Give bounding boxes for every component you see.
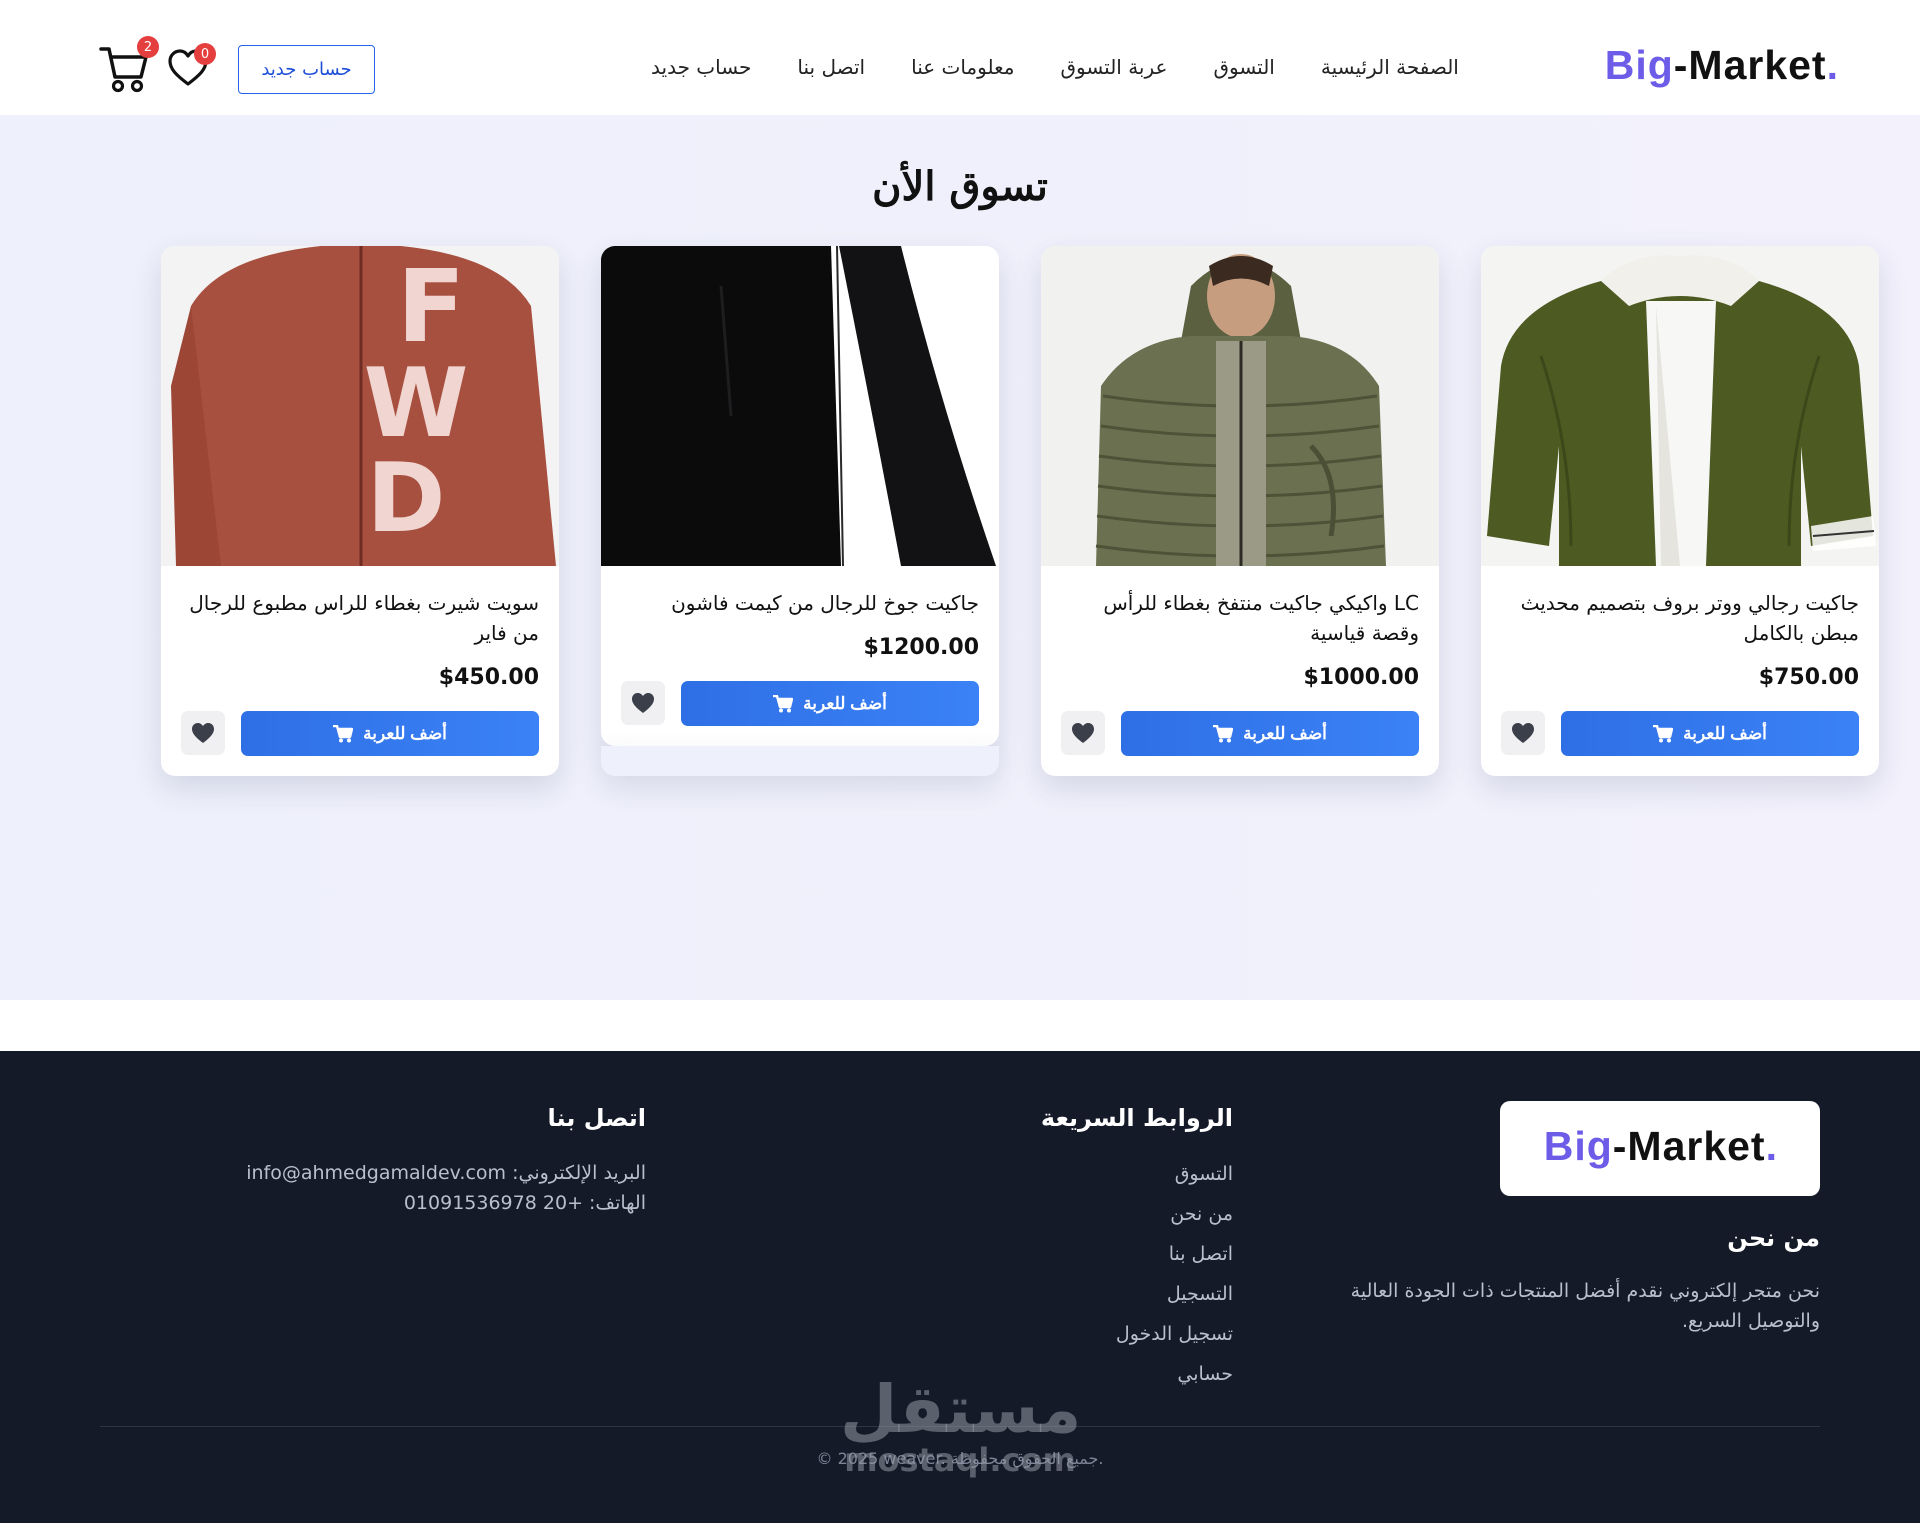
cart-solid-icon — [333, 724, 354, 742]
favorite-button[interactable] — [181, 711, 225, 755]
watermark-latin: mostaql.com — [844, 1441, 1076, 1479]
add-to-cart-button[interactable]: أضف للعربة — [241, 711, 539, 756]
shop-title: تسوق الأن — [872, 163, 1048, 210]
product-card: جاكيت رجالي ووتر بروف بتصميم محديث مبطن … — [1481, 246, 1879, 776]
add-to-cart-label: أضف للعربة — [1683, 723, 1767, 743]
favorite-button[interactable] — [1501, 711, 1545, 755]
svg-text:W: W — [364, 349, 469, 459]
footer-link-account[interactable]: حسابي — [1116, 1354, 1233, 1394]
footer-links: التسوق من نحن اتصل بنا التسجيل تسجيل الد… — [1116, 1154, 1233, 1394]
add-to-cart-label: أضف للعربة — [1243, 723, 1327, 743]
watermark-arabic: مستقل — [840, 1371, 1082, 1448]
product-name[interactable]: جاكيت رجالي ووتر بروف بتصميم محديث مبطن … — [1501, 588, 1859, 648]
navbar: Big-Market. الصفحة الرئيسية التسوق عربة … — [0, 0, 1920, 115]
svg-text:D: D — [367, 444, 446, 554]
cart-solid-icon — [1213, 724, 1234, 742]
product-price: $450.00 — [438, 665, 539, 690]
footer-link-contact[interactable]: اتصل بنا — [1116, 1234, 1233, 1274]
add-to-cart-button[interactable]: أضف للعربة — [1121, 711, 1419, 756]
product-name[interactable]: جاكيت جوخ للرجال من كيمت فاشون — [621, 588, 979, 618]
add-to-cart-button[interactable]: أضف للعربة — [681, 681, 979, 726]
nav-link-cart[interactable]: عربة التسوق — [1060, 55, 1167, 79]
product-price: $1000.00 — [1303, 665, 1419, 690]
footer-about-title: من نحن — [1727, 1224, 1820, 1252]
product-card: جاكيت جوخ للرجال من كيمت فاشون $1200.00 … — [601, 246, 999, 746]
cart-button[interactable]: 2 — [98, 36, 159, 94]
product-image-red-fwd-hoodie[interactable]: F W D — [161, 246, 559, 566]
heart-icon — [192, 723, 214, 743]
nav-link-home[interactable]: الصفحة الرئيسية — [1321, 55, 1459, 79]
product-card: LC واكيكي جاكيت منتفخ بغطاء للرأس وقصة ق… — [1041, 246, 1439, 776]
nav-link-contact[interactable]: اتصل بنا — [797, 55, 865, 79]
wishlist-button[interactable]: 0 — [166, 43, 216, 90]
footer-contact-title: اتصل بنا — [547, 1104, 646, 1132]
signup-button[interactable]: حساب جديد — [238, 45, 375, 94]
cart-solid-icon — [773, 694, 794, 712]
shop-section: تسوق الأن جاكيت رجالي ووتر بروف بتصميم م… — [0, 115, 1920, 1000]
product-image-olive-puffer-jacket[interactable] — [1041, 246, 1439, 566]
product-card: F W D سويت شيرت بغطاء للراس مطبوع للرجال… — [161, 246, 559, 776]
cart-count-badge: 2 — [137, 36, 159, 58]
cart-solid-icon — [1653, 724, 1674, 742]
footer-logo-box: Big-Market. — [1500, 1101, 1820, 1196]
nav-link-about[interactable]: معلومات عنا — [911, 55, 1014, 79]
nav-link-shop[interactable]: التسوق — [1213, 55, 1274, 79]
heart-icon — [632, 693, 654, 713]
add-to-cart-label: أضف للعربة — [363, 723, 447, 743]
footer-link-shop[interactable]: التسوق — [1116, 1154, 1233, 1194]
footer-link-register[interactable]: التسجيل — [1116, 1274, 1233, 1314]
add-to-cart-button[interactable]: أضف للعربة — [1561, 711, 1859, 756]
product-image-black-wool-coat[interactable] — [601, 246, 999, 566]
footer-links-title: الروابط السريعة — [1040, 1104, 1233, 1132]
wishlist-count-badge: 0 — [194, 43, 216, 65]
favorite-button[interactable] — [1061, 711, 1105, 755]
product-image-olive-bomber-jacket[interactable] — [1481, 246, 1879, 566]
main-nav: الصفحة الرئيسية التسوق عربة التسوق معلوم… — [605, 55, 1459, 79]
product-price: $1200.00 — [863, 635, 979, 660]
footer-about-text: نحن متجر إلكتروني نقدم أفضل المنتجات ذات… — [1350, 1280, 1820, 1332]
footer-link-about[interactable]: من نحن — [1116, 1194, 1233, 1234]
card-shadow — [601, 746, 999, 776]
footer-email[interactable]: البريد الإلكتروني: info@ahmedgamaldev.co… — [246, 1158, 646, 1188]
product-price: $750.00 — [1758, 665, 1859, 690]
watermark-logo: مستقل mostaql.com — [840, 1371, 1082, 1479]
product-name[interactable]: LC واكيكي جاكيت منتفخ بغطاء للرأس وقصة ق… — [1061, 588, 1419, 648]
footer-link-login[interactable]: تسجيل الدخول — [1116, 1314, 1233, 1354]
footer-brand-logo[interactable]: Big-Market. — [1544, 1123, 1778, 1170]
nav-link-register[interactable]: حساب جديد — [651, 55, 751, 79]
favorite-button[interactable] — [621, 681, 665, 725]
heart-icon — [1072, 723, 1094, 743]
footer-phone[interactable]: الهاتف: +20 01091536978 — [404, 1188, 646, 1218]
product-name[interactable]: سويت شيرت بغطاء للراس مطبوع للرجال من فا… — [181, 588, 539, 648]
brand-logo[interactable]: Big-Market. — [1605, 42, 1839, 89]
heart-icon — [1512, 723, 1534, 743]
add-to-cart-label: أضف للعربة — [803, 693, 887, 713]
svg-text:F: F — [397, 248, 465, 365]
